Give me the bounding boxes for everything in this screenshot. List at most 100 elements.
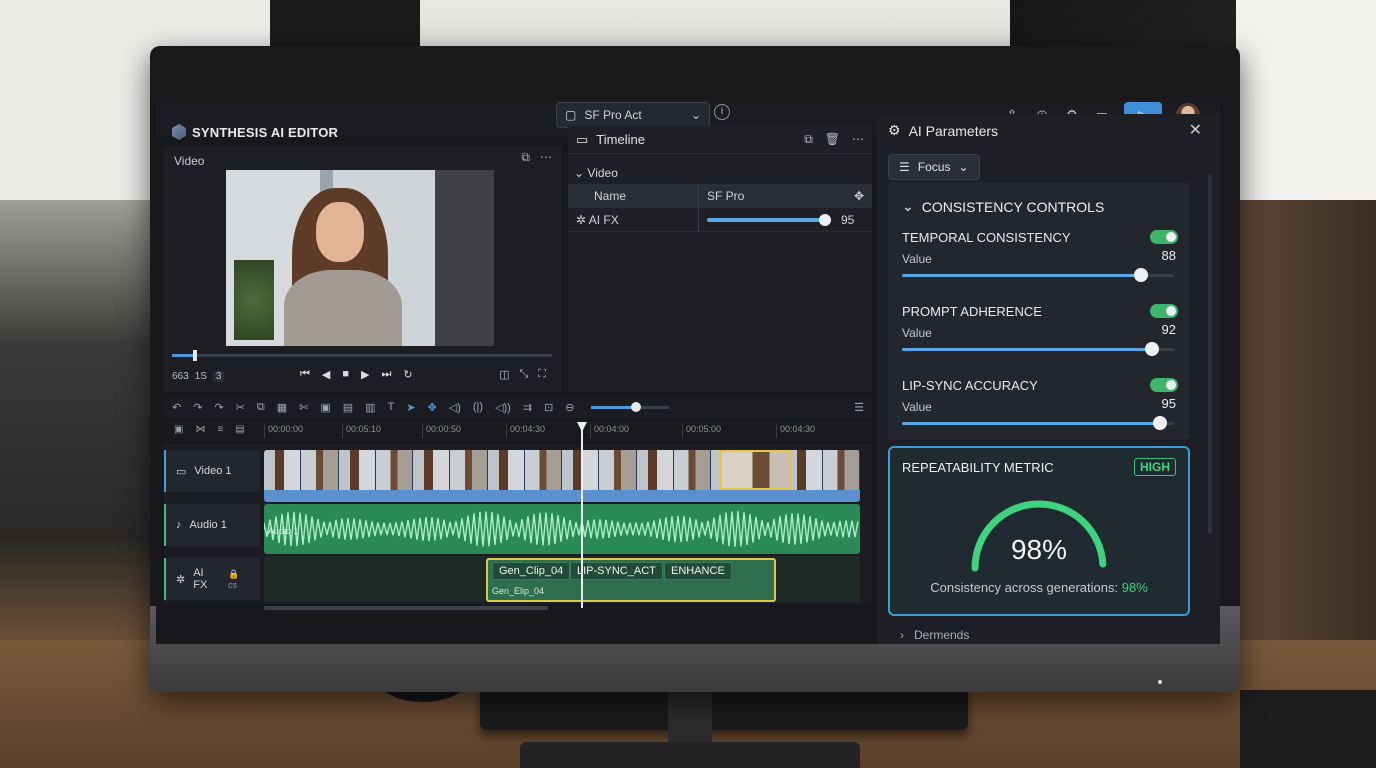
skip-end-icon[interactable]: ⏭ bbox=[382, 368, 392, 381]
step-back-icon[interactable]: ◀ bbox=[322, 368, 330, 381]
track-header-ai-fx[interactable]: ✲ AI FX 🔒 cs bbox=[164, 558, 260, 600]
lip-sync-accuracy-toggle[interactable] bbox=[1150, 378, 1178, 392]
consistency-section-header[interactable]: ⌄ CONSISTENCY CONTROLS bbox=[902, 198, 1104, 215]
snap-icon[interactable]: ⊡ bbox=[544, 401, 553, 414]
audio-left-icon[interactable]: ◁) bbox=[449, 401, 461, 414]
close-icon[interactable]: ✕ bbox=[1189, 120, 1202, 140]
info-icon[interactable]: i bbox=[714, 104, 730, 120]
layers-icon[interactable]: ≡ bbox=[217, 424, 223, 435]
undo-icon[interactable]: ↶ bbox=[172, 401, 181, 414]
ruler-tick: 00:00:00 bbox=[264, 424, 303, 438]
ai-panel-scrollbar[interactable] bbox=[1208, 174, 1212, 534]
audio-clip[interactable]: Audio 1 bbox=[264, 504, 860, 554]
redo-icon[interactable]: ↷ bbox=[193, 401, 202, 414]
cut-icon[interactable]: ✂ bbox=[236, 401, 245, 414]
fx-chip[interactable]: ENHANCE bbox=[664, 562, 732, 580]
image-icon[interactable]: ▣ bbox=[320, 401, 330, 414]
collapsed-section[interactable]: › Dermends bbox=[900, 628, 969, 642]
temporal-consistency-slider[interactable] bbox=[902, 268, 1174, 282]
col-name: Name bbox=[594, 188, 627, 203]
more-icon[interactable]: ⋯ bbox=[852, 132, 864, 147]
snapshot-icon[interactable]: ◫ bbox=[499, 368, 509, 381]
ai-fx-slider-handle[interactable] bbox=[818, 213, 831, 226]
repeatability-percent: 98% bbox=[1010, 534, 1068, 565]
fullscreen-icon[interactable]: ⛶ bbox=[538, 368, 546, 381]
background-wall-right bbox=[1236, 0, 1376, 210]
loop-icon[interactable]: ↻ bbox=[403, 368, 412, 381]
zoom-out-icon[interactable]: ⊖ bbox=[565, 401, 574, 414]
prompt-adherence-toggle[interactable] bbox=[1150, 304, 1178, 318]
slider-handle[interactable] bbox=[1134, 268, 1149, 282]
track-label: AI FX bbox=[193, 567, 208, 591]
table-row[interactable]: ✲ AI FX 95 bbox=[568, 208, 872, 232]
text-icon[interactable]: T bbox=[388, 401, 395, 413]
copy-icon[interactable]: ⧉ bbox=[804, 132, 813, 147]
trash-icon[interactable]: 🗑 bbox=[825, 132, 840, 147]
document-icon: ▢ bbox=[565, 108, 577, 122]
grid-icon[interactable]: ▦ bbox=[277, 401, 287, 414]
prompt-adherence-slider[interactable] bbox=[902, 342, 1174, 356]
ruler-tick: 00:04:30 bbox=[776, 424, 815, 438]
lock-icon[interactable]: 🔒 cs bbox=[228, 569, 250, 590]
thumbnail bbox=[450, 450, 488, 490]
lip-sync-accuracy-slider[interactable] bbox=[902, 416, 1174, 430]
resize-icon[interactable]: ⤡ bbox=[519, 368, 528, 381]
audio-clip-label: Audio 1 bbox=[268, 526, 299, 536]
temporal-consistency-toggle[interactable] bbox=[1150, 230, 1178, 244]
select-tool-icon[interactable]: ➤ bbox=[406, 401, 415, 414]
redo-alt-icon[interactable]: ↷ bbox=[214, 401, 223, 414]
selected-thumbnail[interactable] bbox=[720, 450, 792, 490]
ai-fx-slider[interactable] bbox=[707, 213, 831, 226]
ripple-icon[interactable]: ⇉ bbox=[523, 401, 532, 414]
link-icon[interactable]: ⋈ bbox=[195, 424, 205, 435]
copy-icon[interactable]: ⧉ bbox=[257, 401, 265, 414]
control-temporal-consistency: TEMPORAL CONSISTENCY Value 88 bbox=[902, 230, 1178, 300]
repeatability-footer-value: 98% bbox=[1121, 580, 1148, 595]
audio-split-icon[interactable]: (|) bbox=[473, 401, 483, 413]
video-preview[interactable] bbox=[226, 170, 494, 346]
timeline-scrollbar[interactable] bbox=[264, 606, 548, 610]
video-clip[interactable] bbox=[264, 450, 860, 502]
skip-start-icon[interactable]: ⏮ bbox=[300, 368, 310, 381]
pip-icon[interactable]: ⧉ bbox=[521, 150, 530, 165]
zoom-handle[interactable] bbox=[630, 401, 641, 412]
track-header-video[interactable]: ▭ Video 1 bbox=[164, 450, 260, 492]
play-icon[interactable]: ▶ bbox=[361, 368, 369, 381]
timeline-tracks: ▭ Video 1 ♪ Audio 1 ✲ AI FX 🔒 cs Audio 1… bbox=[164, 444, 872, 604]
video-panel-tools: ⧉ ⋯ bbox=[521, 150, 552, 165]
caption-icon[interactable]: ▤ bbox=[343, 401, 353, 414]
stop-icon[interactable]: ■ bbox=[342, 368, 349, 381]
zoom-slider[interactable] bbox=[590, 401, 669, 412]
fx-chip[interactable]: LIP-SYNC_ACT bbox=[570, 562, 663, 580]
slider-handle[interactable] bbox=[1153, 416, 1168, 430]
chevron-down-icon: ⌄ bbox=[958, 160, 969, 174]
fx-chip[interactable]: Gen_Clip_04 bbox=[492, 562, 571, 580]
timeline-actions: ⧉ 🗑 ⋯ bbox=[804, 132, 864, 147]
font-selector[interactable]: ▢ SF Pro Act ⌄ bbox=[556, 102, 710, 128]
slides-icon[interactable]: ▤ bbox=[235, 424, 244, 435]
thumbnail bbox=[338, 450, 376, 490]
scrub-handle[interactable] bbox=[192, 350, 197, 361]
focus-dropdown[interactable]: ☰ Focus ⌄ bbox=[888, 154, 980, 180]
scrub-bar[interactable] bbox=[172, 350, 552, 361]
list-view-icon[interactable]: ☰ bbox=[854, 401, 864, 414]
sparkle-icon: ✲ bbox=[176, 573, 186, 586]
timeline-section[interactable]: ⌄ Video bbox=[574, 166, 618, 180]
chevron-right-icon: › bbox=[900, 628, 904, 642]
move-tool-icon[interactable]: ✥ bbox=[428, 401, 437, 414]
move-icon[interactable]: ✥ bbox=[854, 189, 864, 203]
marker-icon[interactable]: ▣ bbox=[174, 424, 183, 435]
scissors-icon[interactable]: ✄ bbox=[299, 401, 308, 414]
volume-icon[interactable]: ◁)) bbox=[495, 401, 511, 414]
track-header-audio[interactable]: ♪ Audio 1 bbox=[164, 504, 260, 546]
ai-fx-clip[interactable]: Gen_Clip_04 LIP-SYNC_ACT ENHANCE Gen_Eli… bbox=[486, 558, 776, 602]
playhead[interactable] bbox=[581, 422, 583, 608]
zoom-fill bbox=[590, 405, 636, 409]
music-note-icon: ♪ bbox=[176, 519, 182, 531]
more-icon[interactable]: ⋯ bbox=[540, 150, 552, 165]
sparkle-icon: ✲ bbox=[576, 212, 587, 227]
title-card-icon[interactable]: ▥ bbox=[365, 401, 375, 414]
desk-box bbox=[1240, 690, 1376, 768]
time-ruler[interactable]: ▣ ⋈ ≡ ▤ 00:00:00 00:05:10 00:00:50 00:04… bbox=[164, 420, 872, 442]
slider-handle[interactable] bbox=[1145, 342, 1160, 356]
